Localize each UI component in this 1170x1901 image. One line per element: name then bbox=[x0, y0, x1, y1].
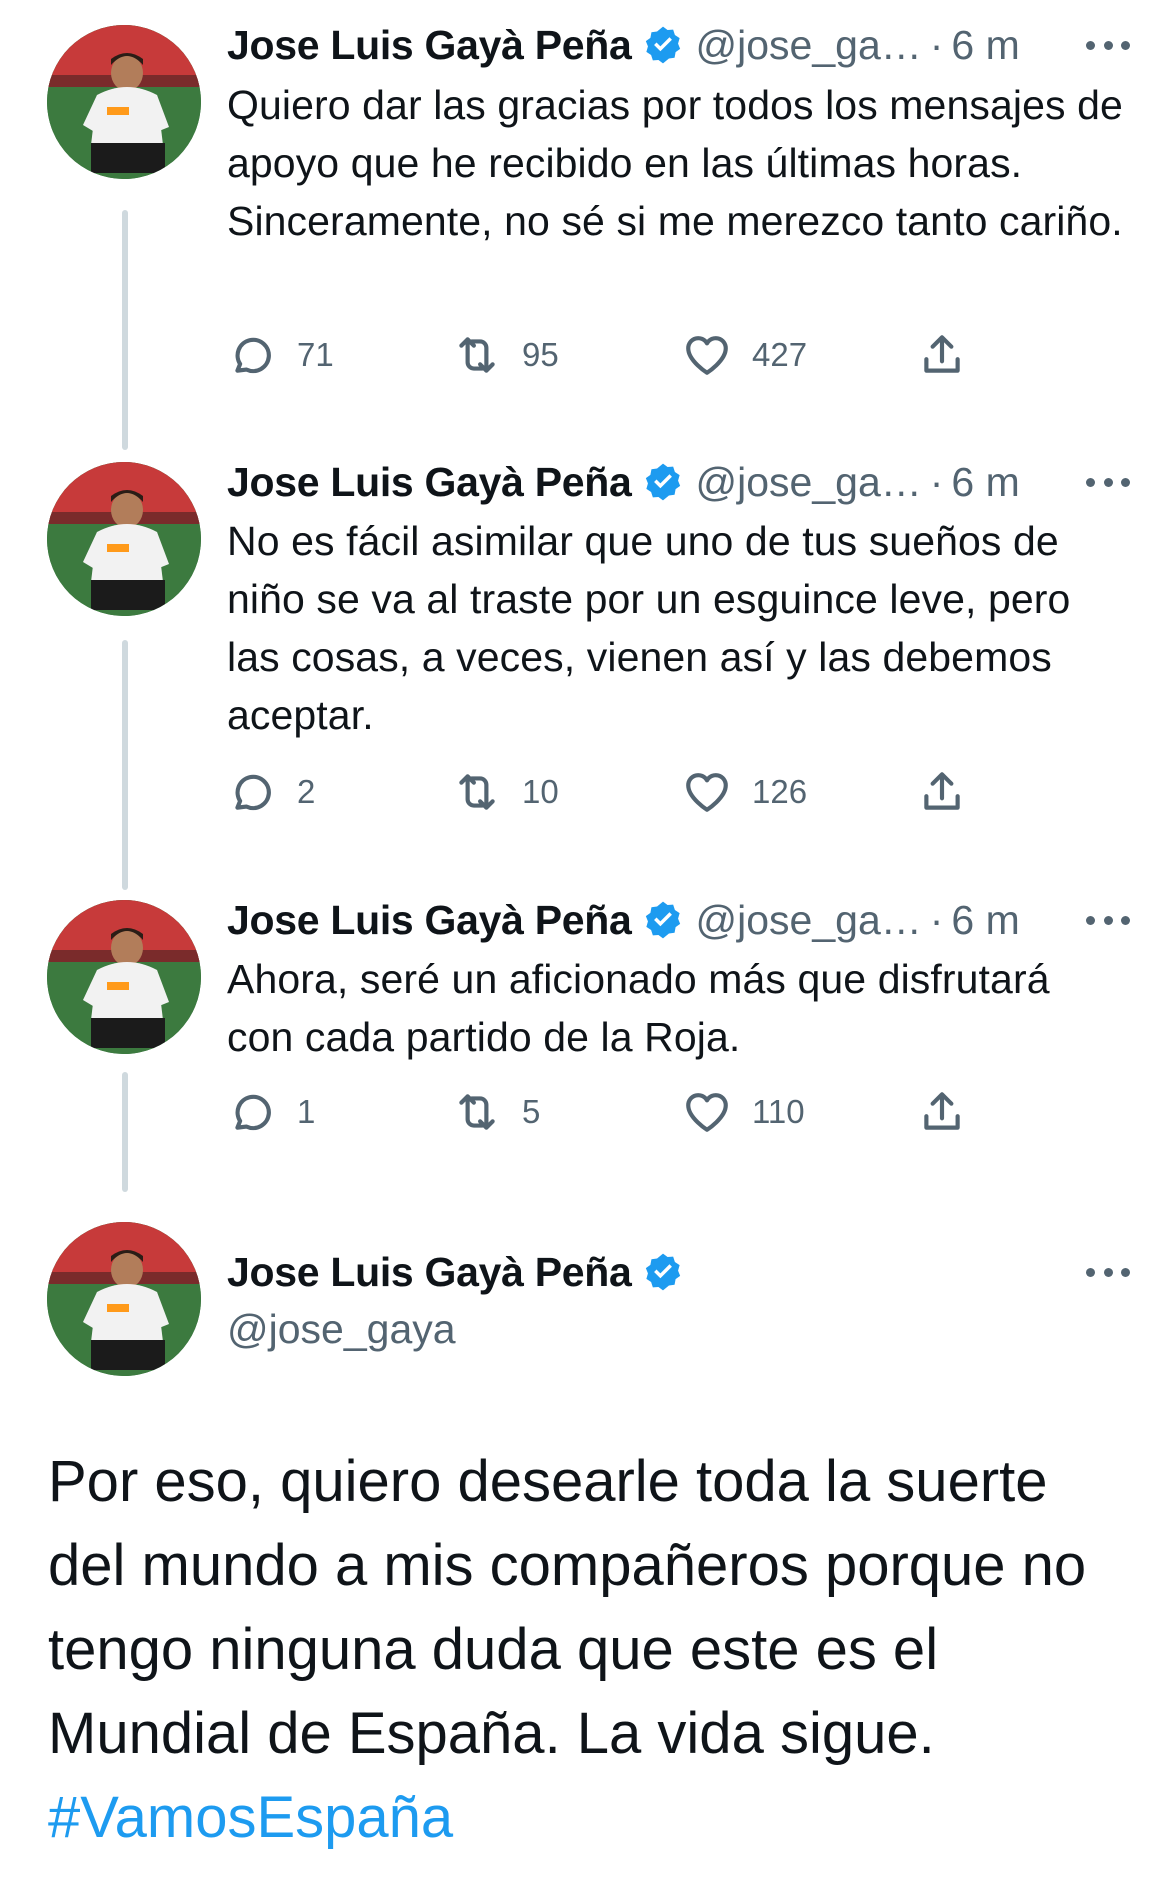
main-tweet-header: Jose Luis Gayà Peña bbox=[227, 1242, 1130, 1302]
retweet-icon bbox=[459, 774, 495, 810]
retweet-count: 95 bbox=[522, 336, 559, 373]
avatar[interactable] bbox=[47, 900, 201, 1054]
share-button[interactable] bbox=[917, 325, 967, 385]
comment-bubble-icon bbox=[235, 337, 271, 374]
heart-icon bbox=[686, 1093, 728, 1132]
thread-line-3 bbox=[122, 1072, 128, 1192]
share-button[interactable] bbox=[917, 1082, 967, 1142]
main-tweet-body: Por eso, quiero desearle toda la suerte … bbox=[48, 1449, 1087, 1766]
heart-icon bbox=[686, 773, 728, 812]
tweet-header: Jose Luis Gayà Peña @jose_ga… · 6 m bbox=[227, 452, 1130, 512]
thread-line-1 bbox=[122, 210, 128, 450]
more-dots-icon[interactable] bbox=[1086, 472, 1130, 492]
retweet-button[interactable]: 95 bbox=[452, 325, 559, 385]
author-name[interactable]: Jose Luis Gayà Peña bbox=[227, 897, 632, 944]
reply-count: 2 bbox=[297, 773, 316, 810]
avatar[interactable] bbox=[47, 25, 201, 179]
more-dots-icon[interactable] bbox=[1086, 1262, 1130, 1282]
thread-line-2 bbox=[122, 640, 128, 890]
separator-dot: · bbox=[929, 458, 944, 505]
tweet-header: Jose Luis Gayà Peña @jose_ga… · 6 m bbox=[227, 15, 1130, 75]
author-handle-full[interactable]: @jose_gaya bbox=[227, 1306, 456, 1353]
author-name[interactable]: Jose Luis Gayà Peña bbox=[227, 1249, 632, 1296]
share-button[interactable] bbox=[917, 762, 967, 822]
more-dots-icon[interactable] bbox=[1086, 910, 1130, 930]
tweet-header: Jose Luis Gayà Peña @jose_ga… · 6 m bbox=[227, 890, 1130, 950]
retweet-icon bbox=[459, 337, 495, 373]
separator-dot: · bbox=[929, 21, 944, 68]
reply-button[interactable]: 2 bbox=[227, 762, 315, 822]
share-upload-icon bbox=[924, 1092, 960, 1130]
tweet-time[interactable]: 6 m bbox=[951, 22, 1019, 69]
tweet-text: Quiero dar las gracias por todos los men… bbox=[227, 82, 1123, 244]
reply-button[interactable]: 1 bbox=[227, 1082, 315, 1142]
retweet-icon bbox=[459, 1094, 495, 1130]
author-name[interactable]: Jose Luis Gayà Peña bbox=[227, 459, 632, 506]
separator-dot: · bbox=[929, 896, 944, 943]
avatar-photo bbox=[47, 900, 201, 1054]
retweet-count: 10 bbox=[522, 773, 559, 810]
avatar-photo bbox=[47, 25, 201, 179]
avatar[interactable] bbox=[47, 1222, 201, 1376]
verified-badge-icon bbox=[645, 26, 680, 64]
like-button[interactable]: 427 bbox=[682, 325, 807, 385]
tweet-time[interactable]: 6 m bbox=[951, 459, 1019, 506]
reply-count: 71 bbox=[297, 336, 334, 373]
tweet-time[interactable]: 6 m bbox=[951, 897, 1019, 944]
author-handle[interactable]: @jose_ga… bbox=[696, 22, 922, 69]
share-upload-icon bbox=[924, 772, 960, 810]
reply-button[interactable]: 71 bbox=[227, 325, 334, 385]
tweet-text: Ahora, seré un aficionado más que disfru… bbox=[227, 956, 1050, 1060]
share-upload-icon bbox=[924, 335, 960, 373]
like-count: 427 bbox=[752, 336, 808, 373]
verified-badge-icon bbox=[645, 463, 680, 501]
more-dots-icon[interactable] bbox=[1086, 35, 1130, 55]
avatar[interactable] bbox=[47, 462, 201, 616]
author-name[interactable]: Jose Luis Gayà Peña bbox=[227, 22, 632, 69]
like-count: 110 bbox=[752, 1093, 805, 1130]
reply-count: 1 bbox=[297, 1093, 316, 1130]
author-handle[interactable]: @jose_ga… bbox=[696, 459, 922, 506]
comment-bubble-icon bbox=[235, 774, 271, 811]
author-handle[interactable]: @jose_ga… bbox=[696, 897, 922, 944]
hashtag-link[interactable]: #VamosEspaña bbox=[48, 1785, 453, 1850]
avatar-photo bbox=[47, 1222, 201, 1376]
retweet-count: 5 bbox=[522, 1093, 541, 1130]
verified-badge-icon bbox=[645, 901, 680, 939]
main-tweet-text: Por eso, quiero desearle toda la suerte … bbox=[48, 1440, 1138, 1860]
like-count: 126 bbox=[752, 773, 808, 810]
retweet-button[interactable]: 5 bbox=[452, 1082, 540, 1142]
like-button[interactable]: 110 bbox=[682, 1082, 805, 1142]
retweet-button[interactable]: 10 bbox=[452, 762, 559, 822]
like-button[interactable]: 126 bbox=[682, 762, 807, 822]
tweet-text: No es fácil asimilar que uno de tus sueñ… bbox=[227, 518, 1071, 738]
avatar-photo bbox=[47, 462, 201, 616]
comment-bubble-icon bbox=[235, 1094, 271, 1131]
heart-icon bbox=[686, 336, 728, 375]
verified-badge-icon bbox=[645, 1253, 680, 1291]
